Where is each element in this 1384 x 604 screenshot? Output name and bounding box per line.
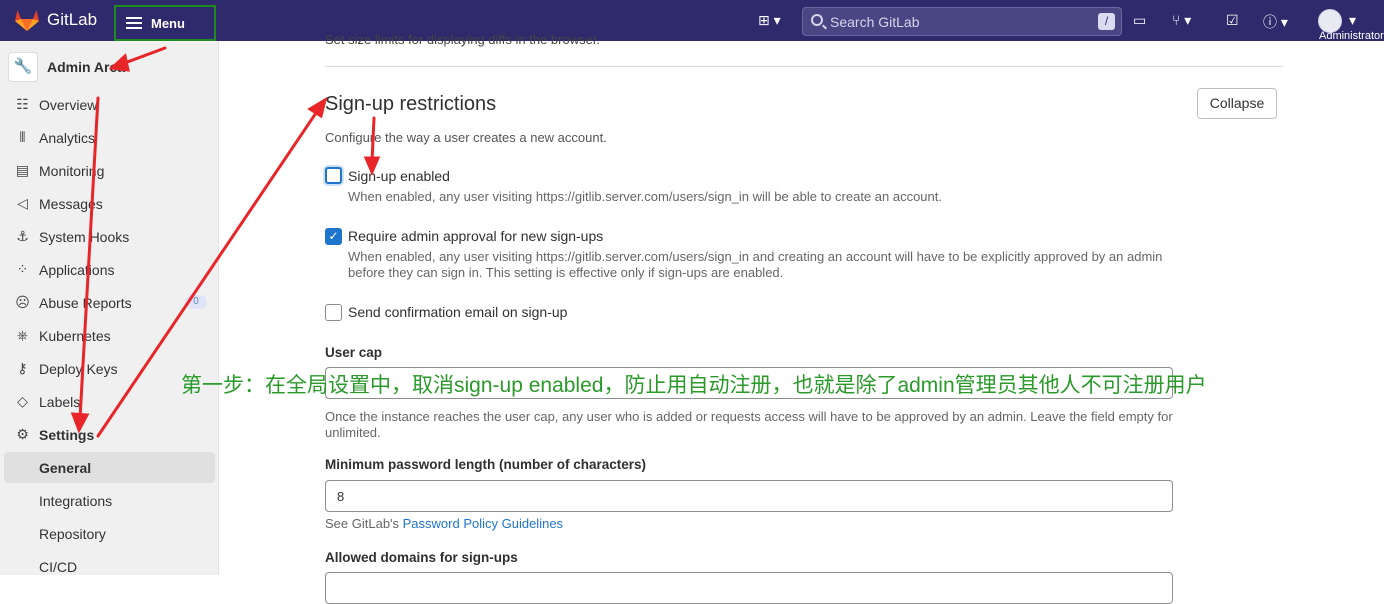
todos-icon[interactable]: ☑	[1226, 12, 1239, 29]
sidebar-item-label: Analytics	[39, 129, 96, 146]
hook-icon: ⚓	[16, 228, 29, 244]
sidebar-item-system-hooks[interactable]: ⚓ System Hooks	[4, 221, 215, 252]
monitoring-icon: ▤	[15, 162, 30, 178]
confirmation-email-checkbox[interactable]	[325, 304, 342, 321]
sidebar-item-analytics[interactable]: ⫴ Analytics	[4, 122, 215, 153]
sidebar-item-kubernetes[interactable]: ⎈ Kubernetes	[4, 320, 215, 351]
password-policy-link[interactable]: Password Policy Guidelines	[403, 516, 563, 531]
sidebar-item-monitoring[interactable]: ▤ Monitoring	[4, 155, 215, 186]
sidebar-item-label: Kubernetes	[39, 327, 111, 344]
sidebar-item-applications[interactable]: ⁘ Applications	[4, 254, 215, 285]
sidebar-item-label: Deploy Keys	[39, 360, 118, 377]
analytics-icon: ⫴	[19, 129, 26, 145]
min-password-help: See GitLab's Password Policy Guidelines	[325, 516, 1175, 532]
signup-enabled-help: When enabled, any user visiting https://…	[348, 189, 942, 204]
sidebar-item-label: CI/CD	[39, 558, 78, 575]
sidebar-item-label: Repository	[39, 525, 106, 542]
sidebar-subitem-general[interactable]: General	[4, 452, 215, 483]
collapse-button[interactable]: Collapse	[1197, 88, 1277, 119]
main-content: Set size limits for displaying diffs in …	[219, 32, 1384, 604]
overview-icon: ☷	[16, 96, 29, 112]
section-description: Configure the way a user creates a new a…	[325, 130, 607, 145]
sidebar-item-label: Integrations	[39, 492, 113, 509]
sidebar: 🔧 Admin Area ☷ Overview ⫴ Analytics ▤ Monit…	[0, 41, 219, 575]
admin-area-title: Admin Area	[47, 59, 126, 75]
key-icon: ⚷	[17, 360, 28, 376]
allowed-domains-label: Allowed domains for sign-ups	[325, 550, 518, 565]
merge-requests-icon[interactable]: ⑂ ▾	[1172, 12, 1191, 29]
wrench-icon: 🔧	[8, 52, 38, 82]
sidebar-item-label: System Hooks	[39, 228, 130, 245]
sidebar-item-label: Messages	[39, 195, 103, 212]
sidebar-item-label: Applications	[39, 261, 115, 278]
sidebar-subitem-integrations[interactable]: Integrations	[4, 485, 215, 516]
help-icon[interactable]: ⓘ ▾	[1263, 12, 1288, 32]
kubernetes-icon: ⎈	[16, 327, 29, 343]
sidebar-item-label: Labels	[39, 393, 81, 410]
top-navbar: GitLab Menu ⊞ ▾ Search GitLab / ▭ ⑂ ▾ ☑ …	[0, 0, 1384, 42]
section-title: Sign-up restrictions	[325, 93, 497, 115]
sidebar-item-settings[interactable]: ⚙ Settings	[4, 419, 215, 450]
help-prefix: See GitLab's	[325, 516, 403, 531]
brand-name[interactable]: GitLab	[47, 10, 97, 30]
min-password-input[interactable]: 8	[325, 480, 1173, 512]
annotation-note: 第一步：在全局设置中，取消sign-up enabled，防止用自动注册，也就是…	[181, 374, 1207, 397]
label-icon: ◇	[17, 393, 28, 409]
min-password-label: Minimum password length (number of chara…	[325, 457, 647, 472]
confirmation-email-label[interactable]: Send confirmation email on sign-up	[348, 304, 567, 320]
sidebar-subitem-repository[interactable]: Repository	[4, 518, 215, 549]
gitlab-logo-icon[interactable]	[14, 8, 40, 32]
sidebar-item-label: Settings	[39, 426, 95, 443]
section-divider	[325, 66, 1283, 67]
sidebar-item-label: Monitoring	[39, 162, 105, 179]
sidebar-item-abuse-reports[interactable]: ☹ Abuse Reports 0	[4, 287, 215, 318]
abuse-icon: ☹	[15, 294, 30, 310]
user-cap-label: User cap	[325, 345, 383, 360]
signup-enabled-label[interactable]: Sign-up enabled	[348, 168, 450, 184]
sidebar-item-label: General	[39, 459, 92, 476]
applications-icon: ⁘	[16, 261, 29, 277]
chevron-down-icon[interactable]: ▾	[1349, 12, 1356, 29]
annotation-highlight-box	[114, 5, 216, 41]
admin-approval-help: When enabled, any user visiting https://…	[348, 249, 1163, 280]
issues-icon[interactable]: ▭	[1133, 12, 1146, 29]
search-input[interactable]: Search GitLab /	[802, 7, 1122, 36]
sidebar-item-label: Overview	[39, 96, 98, 113]
user-cap-help: Once the instance reaches the user cap, …	[325, 409, 1173, 440]
sidebar-item-messages[interactable]: ◁ Messages	[4, 188, 215, 219]
previous-section-text: Set size limits for displaying diffs in …	[325, 32, 601, 47]
search-shortcut-key: /	[1098, 13, 1115, 30]
sidebar-item-overview[interactable]: ☷ Overview	[4, 89, 215, 120]
sidebar-item-label: Abuse Reports	[39, 294, 132, 311]
admin-approval-checkbox[interactable]: ✓	[325, 228, 342, 245]
search-placeholder: Search GitLab	[830, 14, 920, 30]
signup-enabled-checkbox[interactable]	[325, 167, 342, 184]
admin-approval-label[interactable]: Require admin approval for new sign-ups	[348, 228, 603, 244]
admin-area-header[interactable]: 🔧 Admin Area	[8, 51, 218, 83]
create-new-icon[interactable]: ⊞ ▾	[758, 12, 781, 29]
settings-icon: ⚙	[16, 426, 29, 442]
allowed-domains-input[interactable]	[325, 572, 1173, 604]
search-icon	[811, 14, 823, 26]
count-badge: 0	[185, 295, 207, 309]
megaphone-icon: ◁	[17, 195, 28, 211]
sidebar-subitem-ci-cd[interactable]: CI/CD	[4, 551, 215, 582]
